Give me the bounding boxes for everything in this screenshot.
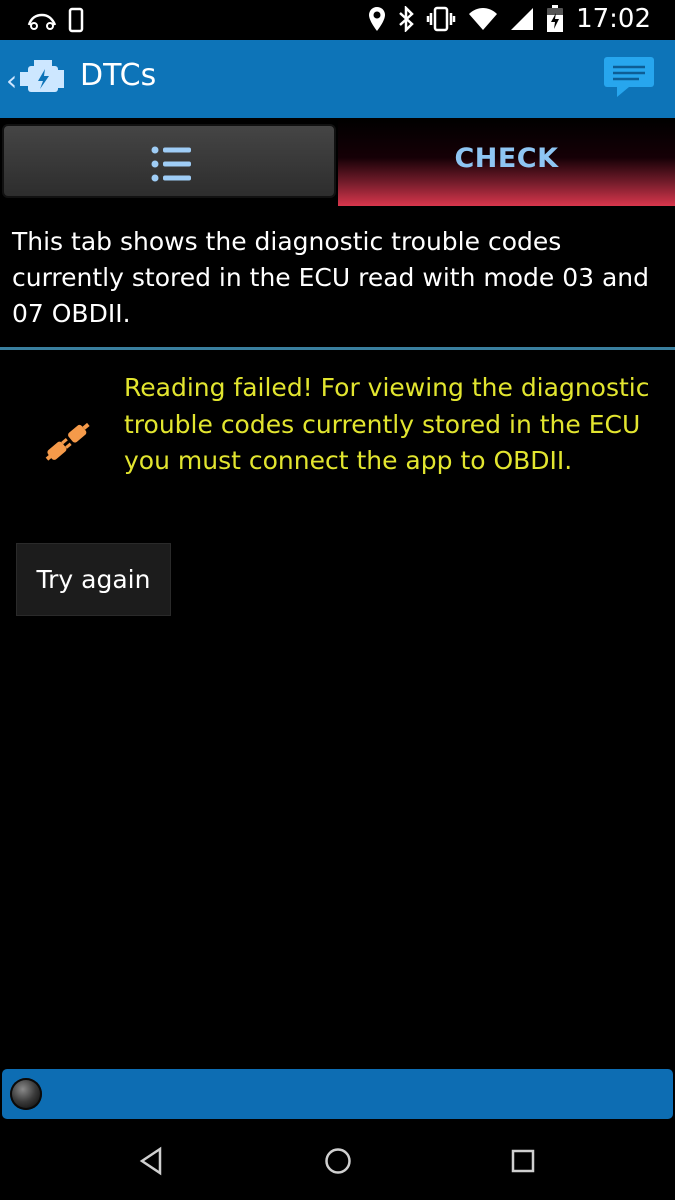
tab-list[interactable] bbox=[2, 124, 336, 198]
chat-message-icon[interactable] bbox=[603, 54, 655, 100]
wifi-icon bbox=[469, 8, 498, 30]
connection-status-bar bbox=[2, 1069, 673, 1119]
chevron-left-icon[interactable]: ‹ bbox=[6, 64, 17, 97]
status-left-icons bbox=[26, 7, 84, 33]
error-message: Reading failed! For viewing the diagnost… bbox=[124, 373, 650, 475]
tab-check-label: CHECK bbox=[454, 142, 559, 174]
nav-back-icon[interactable] bbox=[138, 1146, 164, 1176]
location-icon bbox=[369, 7, 386, 31]
list-icon bbox=[151, 146, 191, 182]
status-bar: 17:02 bbox=[0, 0, 675, 40]
plug-disconnected-icon bbox=[45, 422, 90, 461]
signal-icon bbox=[511, 8, 534, 30]
tab-description: This tab shows the diagnostic trouble co… bbox=[12, 227, 649, 328]
phone-outline-icon bbox=[68, 7, 84, 33]
system-nav-bar bbox=[0, 1122, 675, 1200]
vibrate-icon bbox=[426, 6, 456, 32]
check-engine-icon[interactable] bbox=[18, 56, 68, 100]
nav-home-icon[interactable] bbox=[323, 1146, 353, 1176]
status-time: 17:02 bbox=[576, 4, 651, 34]
tab-check[interactable]: CHECK bbox=[338, 118, 675, 206]
bluetooth-icon bbox=[399, 6, 414, 32]
app-bar: ‹ DTCs bbox=[0, 40, 675, 118]
nav-recent-icon[interactable] bbox=[510, 1148, 536, 1174]
car-icon bbox=[27, 13, 57, 30]
page-title: DTCs bbox=[80, 58, 157, 93]
tab-bar: CHECK bbox=[0, 118, 675, 206]
battery-icon bbox=[547, 5, 564, 32]
try-again-button[interactable]: Try again bbox=[16, 543, 171, 616]
connection-led-icon bbox=[10, 1078, 42, 1110]
divider bbox=[0, 347, 675, 350]
status-right-icons: 17:02 bbox=[368, 4, 651, 34]
